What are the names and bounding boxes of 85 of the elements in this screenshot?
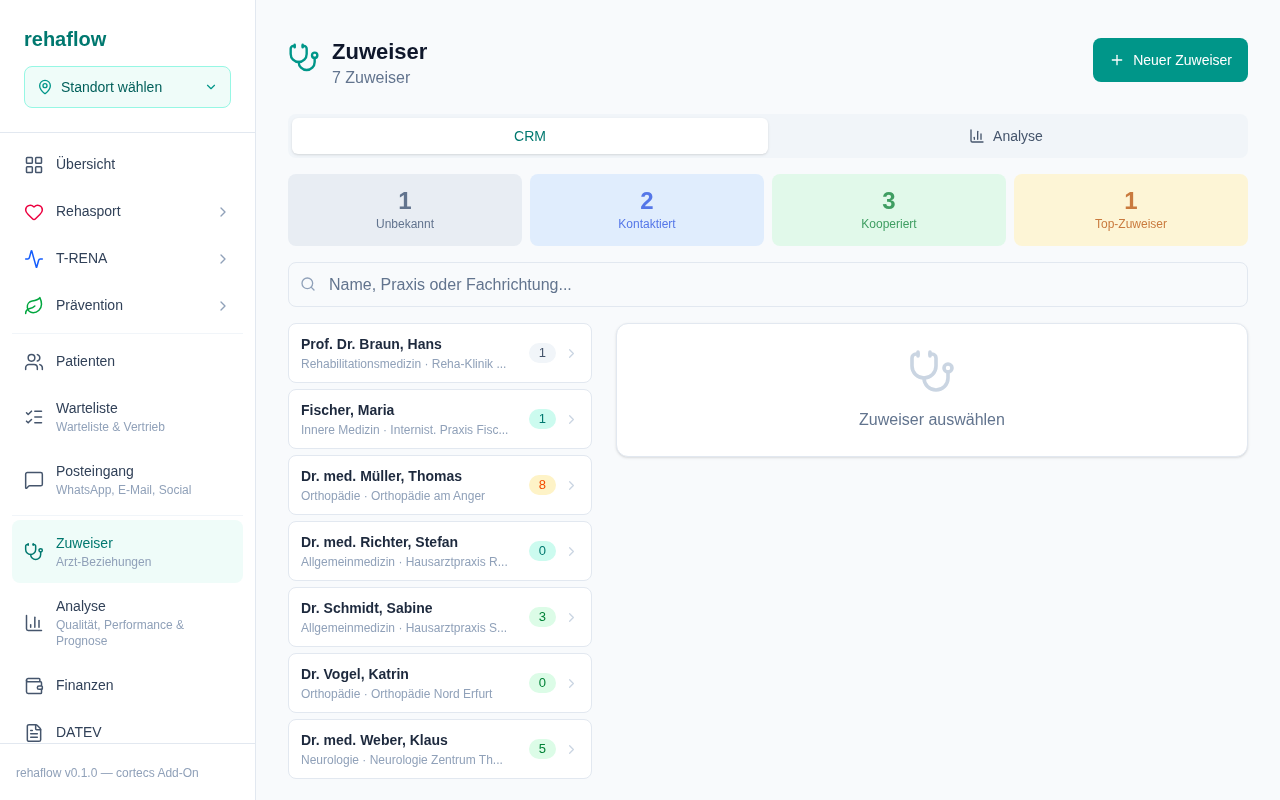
referrer-name: Dr. med. Richter, Stefan (301, 532, 460, 552)
nav-label: Übersicht (56, 155, 117, 174)
referrer-detail: Orthopädie · Orthopädie Nord Erfurt (301, 685, 494, 703)
nav-item[interactable]: Patienten (12, 338, 243, 385)
stethoscope-icon (288, 42, 320, 74)
nav-item[interactable]: Posteingang WhatsApp, E-Mail, Social (12, 448, 243, 511)
nav-label: T-RENA (56, 249, 109, 268)
nav-sublabel: WhatsApp, E-Mail, Social (56, 482, 193, 498)
tab[interactable]: Analyse (768, 118, 1244, 154)
bar-chart-icon (969, 128, 986, 144)
nav-item[interactable]: Analyse Qualität, Performance & Prognose (12, 583, 243, 662)
count-badge: 0 (528, 541, 556, 561)
nav-item[interactable]: Prävention (12, 282, 243, 329)
referrer-detail: Rehabilitationsmedizin · Reha-Klinik ... (301, 355, 508, 373)
stat-value: 2 (640, 187, 654, 215)
nav-item[interactable]: Warteliste Warteliste & Vertrieb (12, 385, 243, 448)
nav-label: Finanzen (56, 676, 115, 695)
stat-label: Top-Zuweiser (1095, 216, 1167, 233)
nav-item[interactable]: Zuweiser Arzt-Beziehungen (12, 520, 243, 583)
count-badge: 0 (528, 673, 556, 693)
nav-sublabel: Warteliste & Vertrieb (56, 419, 166, 435)
referrer-name: Prof. Dr. Braun, Hans (301, 334, 443, 354)
count-badge: 5 (528, 739, 556, 759)
count-badge: 3 (528, 607, 556, 627)
nav-label: Patienten (56, 352, 117, 371)
nav-label: Analyse (56, 597, 107, 616)
map-pin-icon (37, 79, 53, 95)
document-icon (24, 722, 44, 743)
nav-sublabel: Arzt-Beziehungen (56, 554, 153, 570)
referrer-card[interactable]: Dr. med. Weber, Klaus Neurologie · Neurologie Zentrum Th... 5 (288, 719, 592, 779)
referrer-card[interactable]: Dr. med. Müller, Thomas Orthopädie · Orthopädie am Anger 8 (288, 455, 592, 515)
location-select[interactable]: Standort wählen (24, 66, 231, 108)
nav-label: Warteliste (56, 399, 119, 418)
referrer-name: Fischer, Maria (301, 400, 396, 420)
users-icon (24, 351, 44, 372)
empty-state-text: Zuweiser auswählen (859, 410, 1005, 430)
wallet-icon (24, 675, 44, 696)
referrer-detail: Allgemeinmedizin · Hausarztpraxis S... (301, 619, 509, 637)
count-badge: 1 (528, 409, 556, 429)
stat-label: Kooperiert (861, 216, 917, 233)
referrer-card[interactable]: Dr. Vogel, Katrin Orthopädie · Orthopädie Nord Erfurt 0 (288, 653, 592, 713)
nav-item[interactable]: T-RENA (12, 235, 243, 282)
stat-value: 1 (398, 187, 412, 215)
stethoscope-icon (24, 541, 44, 562)
leaf-icon (24, 295, 44, 316)
tab[interactable]: CRM (292, 118, 768, 154)
version-footer: rehaflow v0.1.0 — cortecs Add-On (16, 766, 199, 780)
nav-item[interactable]: DATEV (12, 709, 243, 743)
heart-icon (24, 201, 44, 222)
stat-value: 1 (1124, 187, 1138, 215)
stat-label: Unbekannt (375, 216, 434, 233)
nav-label: Prävention (56, 296, 124, 315)
stat-label: Kontaktiert (618, 216, 676, 233)
stat-value: 3 (882, 187, 896, 215)
chat-icon (24, 469, 44, 490)
referrer-detail: Orthopädie · Orthopädie am Anger (301, 487, 487, 505)
nav-label: Rehasport (56, 202, 122, 221)
grid-icon (24, 154, 44, 175)
nav-label: DATEV (56, 723, 103, 742)
nav-sublabel: Qualität, Performance & Prognose (56, 617, 186, 649)
nav-label: Zuweiser (56, 534, 114, 553)
referrer-card[interactable]: Prof. Dr. Braun, Hans Rehabilitationsmedizin · Reha-Klinik ... 1 (288, 323, 592, 383)
count-badge: 1 (528, 343, 556, 363)
referrer-name: Dr. med. Müller, Thomas (301, 466, 464, 486)
referrer-detail: Innere Medizin · Internist. Praxis Fisc... (301, 421, 510, 439)
referrer-name: Dr. Vogel, Katrin (301, 664, 410, 684)
referrer-card[interactable]: Dr. Schmidt, Sabine Allgemeinmedizin · Hausarztpraxis S... 3 (288, 587, 592, 647)
referrer-detail: Neurologie · Neurologie Zentrum Th... (301, 751, 504, 769)
referrer-detail: Allgemeinmedizin · Hausarztpraxis R... (301, 553, 509, 571)
page-title: Zuweiser (332, 38, 429, 66)
referrer-name: Dr. Schmidt, Sabine (301, 598, 434, 618)
referrer-card[interactable]: Fischer, Maria Innere Medizin · Internist. Praxis Fisc... 1 (288, 389, 592, 449)
nav-item[interactable]: Rehasport (12, 188, 243, 235)
page-subtitle: 7 Zuweiser (332, 68, 412, 88)
bar-chart-icon (24, 612, 44, 633)
nav-label: Posteingang (56, 462, 135, 481)
referrer-card[interactable]: Dr. med. Richter, Stefan Allgemeinmedizin · Hausarztpraxis R... 0 (288, 521, 592, 581)
referrer-name: Dr. med. Weber, Klaus (301, 730, 449, 750)
nav-item[interactable]: Finanzen (12, 662, 243, 709)
pulse-icon (24, 248, 44, 269)
count-badge: 8 (528, 475, 556, 495)
search-field[interactable]: Name, Praxis oder Fachrichtung... (288, 262, 1248, 307)
brand-logo: rehaflow (24, 27, 108, 52)
new-referrer-button[interactable]: Neuer Zuweiser (1093, 38, 1248, 82)
nav-item[interactable]: Übersicht (12, 141, 243, 188)
